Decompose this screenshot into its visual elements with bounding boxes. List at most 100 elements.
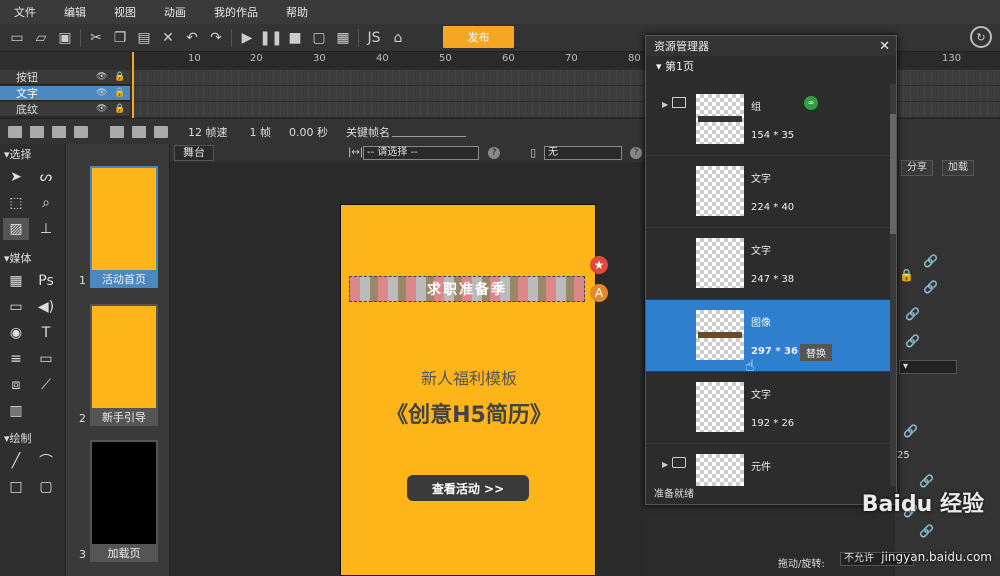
device-icon[interactable]: ▯ (530, 146, 536, 159)
table-tool-icon[interactable]: ▥ (3, 400, 29, 422)
copy-layer-icon[interactable] (52, 125, 66, 138)
guide-tool-icon[interactable]: ⊥ (33, 218, 59, 240)
view-activity-button[interactable]: 查看活动 >> (407, 475, 529, 501)
resource-item[interactable]: 文字 224 * 40 (646, 156, 892, 228)
add-effect-icon[interactable]: ★ (590, 256, 608, 274)
page-thumb-3[interactable]: 加载页 (90, 440, 158, 562)
menu-my-works[interactable]: 我的作品 (200, 4, 272, 20)
replace-button[interactable]: 替换 (800, 344, 832, 361)
expand-icon[interactable]: ▶ (662, 100, 668, 109)
page-group-header[interactable]: ▾ 第1页 (646, 56, 896, 76)
menu-view[interactable]: 视图 (100, 4, 150, 20)
close-icon[interactable]: ✕ (879, 39, 890, 54)
delete-icon[interactable]: ✕ (159, 29, 177, 47)
eye-icon[interactable]: 👁 (96, 104, 107, 114)
grid-tool-icon[interactable]: ▦ (3, 270, 29, 292)
link-icon[interactable]: 🔗 (905, 334, 920, 348)
add-layer-icon[interactable] (8, 125, 22, 138)
media-section-header[interactable]: ▾ 媒体 (0, 248, 65, 268)
lock-icon[interactable]: 🔒 (114, 88, 125, 98)
tab-stage[interactable]: 舞台 (174, 145, 214, 161)
copy-icon[interactable]: ❐ (111, 29, 129, 47)
menu-file[interactable]: 文件 (0, 4, 50, 20)
transform-tool-icon[interactable]: ⬚ (3, 192, 29, 214)
align-icon[interactable]: |↔| (348, 147, 363, 158)
qrcode-icon[interactable]: ▦ (334, 29, 352, 47)
device-select[interactable]: 无 (544, 146, 622, 160)
select-section-header[interactable]: ▾ 选择 (0, 144, 65, 164)
page-thumb-2[interactable]: 新手引导 (90, 304, 158, 426)
folder-layer-icon[interactable] (30, 125, 44, 138)
video-tool-icon[interactable]: ◉ (3, 322, 29, 344)
keyframe-name-input[interactable] (392, 136, 466, 137)
artboard[interactable]: 求职准备季 新人福利模板 《创意H5简历》 查看活动 >> (340, 204, 596, 576)
picture-tool-icon[interactable]: ▭ (3, 296, 29, 318)
layer-row-text[interactable]: 文字 👁 🔒 (0, 86, 130, 101)
paragraph-tool-icon[interactable]: ≡ (3, 348, 29, 370)
new-file-icon[interactable]: ▭ (8, 29, 26, 47)
image-tool-icon[interactable]: ▨ (3, 218, 29, 240)
add-frame-icon[interactable] (110, 125, 124, 138)
menu-edit[interactable]: 编辑 (50, 4, 100, 20)
playhead[interactable] (132, 52, 134, 118)
pause-icon[interactable]: ❚❚ (259, 29, 282, 47)
sound-tool-icon[interactable]: ◀) (33, 296, 59, 318)
resource-item-selected[interactable]: 图像 297 * 36 替换 (646, 300, 892, 372)
refresh-icon[interactable]: ↻ (970, 26, 992, 48)
publish-button[interactable]: 发布 (443, 26, 514, 48)
link-icon[interactable]: 🔗 (903, 424, 918, 438)
delete-layer-icon[interactable] (74, 125, 88, 138)
add-text-icon[interactable]: A (590, 284, 608, 302)
preview-icon[interactable]: ▢ (310, 29, 328, 47)
link-icon[interactable]: 🔗 (919, 524, 934, 538)
pointer-tool-icon[interactable]: ➤ (3, 166, 29, 188)
pen-tool-icon[interactable]: ᔕ (33, 166, 59, 188)
round-rect-tool-icon[interactable]: ▢ (33, 476, 59, 498)
page-thumb-1[interactable]: 活动首页 (90, 166, 158, 288)
scrollbar[interactable] (890, 84, 896, 486)
chart-tool-icon[interactable]: ⟋ (33, 374, 59, 396)
help-icon[interactable]: ? (488, 147, 500, 159)
link-icon[interactable]: 🔗 (905, 307, 920, 321)
help-icon[interactable]: ? (630, 147, 642, 159)
paste-icon[interactable]: ▤ (135, 29, 153, 47)
zoom-tool-icon[interactable]: ⌕ (33, 192, 59, 214)
draw-section-header[interactable]: ▾ 绘制 (0, 428, 65, 448)
share-icon[interactable]: ⌂ (389, 29, 407, 47)
open-folder-icon[interactable]: ▱ (32, 29, 50, 47)
tab-load[interactable]: 加载 (942, 160, 974, 176)
expand-icon[interactable]: ▶ (662, 460, 668, 469)
link-icon[interactable]: 🔗 (923, 254, 938, 268)
tab-share[interactable]: 分享 (901, 160, 933, 176)
save-icon[interactable]: ▣ (56, 29, 74, 47)
layer-row-texture[interactable]: 底纹 👁 🔒 (0, 102, 130, 117)
element-select[interactable]: -- 请选择 -- (363, 146, 479, 160)
link-icon[interactable]: ∞ (804, 96, 818, 110)
rect-tool-icon[interactable]: □ (3, 476, 29, 498)
eye-icon[interactable]: 👁 (96, 88, 107, 98)
menu-help[interactable]: 帮助 (272, 4, 322, 20)
clear-frame-icon[interactable] (154, 125, 168, 138)
lock-icon[interactable]: 🔒 (899, 268, 914, 282)
curve-tool-icon[interactable]: ⌒ (33, 450, 59, 472)
menu-animation[interactable]: 动画 (150, 4, 200, 20)
lock-icon[interactable]: 🔒 (114, 104, 125, 114)
code-tool-icon[interactable]: ⧈ (3, 374, 29, 396)
title-text[interactable]: 《创意H5简历》 (341, 397, 597, 429)
property-select[interactable]: ▾ (899, 360, 957, 374)
ps-tool-icon[interactable]: Ps (33, 270, 59, 292)
resource-item[interactable]: ▶ 元件 (646, 444, 892, 486)
resource-item[interactable]: 文字 192 * 26 (646, 372, 892, 444)
add-keyframe-icon[interactable] (132, 125, 146, 138)
js-icon[interactable]: JS (365, 29, 383, 47)
screen-tool-icon[interactable]: ▭ (33, 348, 59, 370)
resource-item[interactable]: 文字 247 * 38 (646, 228, 892, 300)
banner-image[interactable]: 求职准备季 (349, 276, 585, 302)
line-tool-icon[interactable]: ╱ (3, 450, 29, 472)
redo-icon[interactable]: ↷ (207, 29, 225, 47)
link-icon[interactable]: 🔗 (923, 280, 938, 294)
play-icon[interactable]: ▶ (238, 29, 256, 47)
stop-icon[interactable]: ■ (286, 29, 304, 47)
resource-item[interactable]: ▶ 组 ∞ 154 * 35 (646, 84, 892, 156)
layer-row-button[interactable]: 按钮 👁 🔒 (0, 70, 130, 85)
